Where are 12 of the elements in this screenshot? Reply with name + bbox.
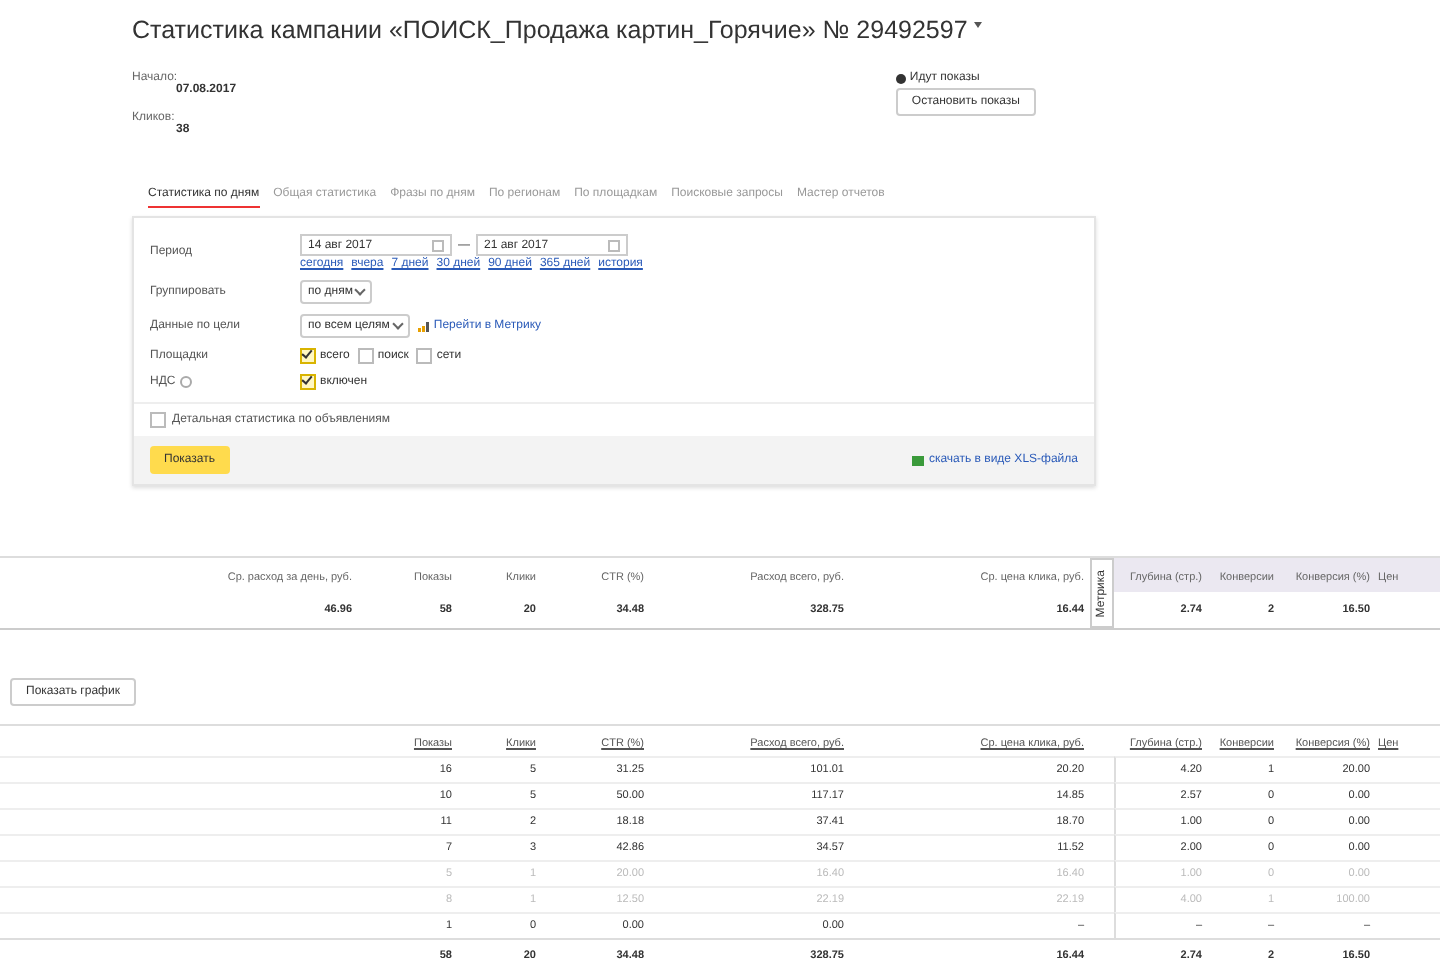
caret-icon[interactable] bbox=[973, 22, 982, 28]
checkbox[interactable] bbox=[150, 412, 166, 428]
calendar-icon[interactable] bbox=[432, 239, 444, 251]
checkbox[interactable] bbox=[300, 348, 316, 364]
info-icon[interactable] bbox=[179, 376, 192, 388]
spreadsheet-icon bbox=[912, 455, 925, 465]
calendar-icon[interactable] bbox=[608, 239, 620, 251]
checkbox[interactable] bbox=[300, 374, 316, 390]
bar-chart-icon bbox=[417, 321, 430, 331]
checkbox[interactable] bbox=[357, 348, 374, 364]
page-title: Статистика кампании «ПОИСК_Продажа картин_Горячие» № 29492597 bbox=[132, 14, 968, 44]
checkbox[interactable] bbox=[416, 348, 433, 364]
